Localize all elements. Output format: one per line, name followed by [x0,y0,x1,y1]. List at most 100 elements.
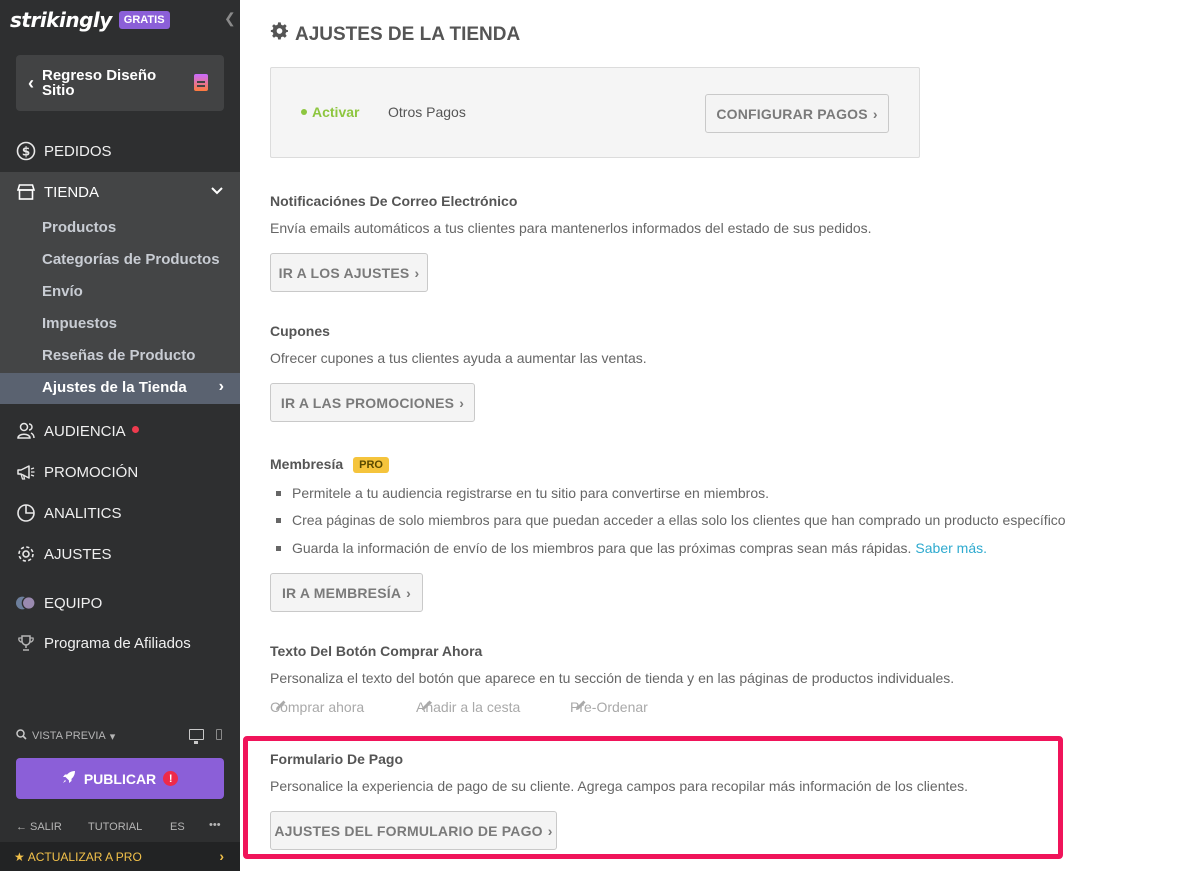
pro-badge: PRO [353,457,389,473]
sidebar-item-ajustes-tienda[interactable]: Ajustes de la Tienda › [0,373,240,404]
exit-link[interactable]: SALIR [30,821,62,833]
highlight-frame [243,736,1063,859]
nav-item-promocion[interactable]: PROMOCIÓN [0,452,240,492]
learn-more-link[interactable]: Saber más. [915,540,987,556]
sidebar-item-envio[interactable]: Envío [42,283,83,300]
plan-badge: GRATIS [118,11,170,29]
trophy-icon [16,633,36,653]
chevron-right-icon: › [872,105,878,122]
document-icon [194,74,208,91]
sidebar-item-resenas[interactable]: Reseñas de Producto [42,347,195,364]
membership-title: Membresía PRO [270,456,389,473]
notification-dot [131,425,139,433]
gear-icon [16,544,36,564]
payments-panel: Activar Otros Pagos CONFIGURAR PAGOS › [270,67,920,158]
chevron-down-icon [210,184,224,202]
page-title-text: AJUSTES DE LA TIENDA [295,23,521,45]
upgrade-label: ACTUALIZAR A PRO [27,849,142,864]
nav-item-analitics[interactable]: ANALITICS [0,493,240,533]
chevron-right-icon: › [219,848,224,864]
chevron-left-icon: ‹ [28,72,34,93]
button-label: IR A MEMBRESÍA [281,584,402,601]
nav-label: ANALITICS [44,504,122,522]
language-selector[interactable]: ES [170,821,185,833]
notifications-description: Envía emails automáticos a tus clientes … [270,220,872,236]
nav-item-pedidos[interactable]: $ PEDIDOS [0,131,240,171]
exit-icon: ← [16,821,27,833]
coupons-description: Ofrecer cupones a tus clientes ayuda a a… [270,350,647,366]
logo-row: strikingly GRATIS [10,6,170,34]
nav-label: TIENDA [44,183,100,201]
search-icon [16,729,27,743]
desktop-icon[interactable] [189,729,204,744]
megaphone-icon [16,462,36,482]
nav-item-audiencia[interactable]: AUDIENCIA [0,411,240,451]
sidebar-item-productos[interactable]: Productos [42,219,116,236]
membership-bullet: Crea páginas de solo miembros para que p… [276,512,1066,528]
sidebar-footer: ← SALIR TUTORIAL ES ••• [16,819,224,836]
back-button-label: Regreso Diseño Sitio [42,67,157,99]
publish-label: PUBLICAR [83,770,157,787]
pencil-icon [575,699,587,711]
star-icon: ★ [14,849,25,864]
chevron-right-icon: › [218,378,224,395]
caret-down-icon: ▾ [109,730,116,743]
rocket-icon [62,770,76,787]
membership-title-text: Membresía [270,456,344,472]
chevron-right-icon: › [459,394,465,411]
buy-button-text-title: Texto Del Botón Comprar Ahora [270,643,483,659]
configure-payments-button[interactable]: CONFIGURAR PAGOS › [705,94,889,133]
nav-label: AUDIENCIA [44,422,126,440]
chevron-right-icon: › [414,264,420,281]
people-icon [16,421,36,441]
status-dot [301,109,307,115]
tienda-section: TIENDA Productos Categorías de Productos… [0,172,240,404]
tutorial-link[interactable]: TUTORIAL [88,821,142,833]
membership-bullet-3: Guarda la información de envío de los mi… [276,540,987,556]
go-to-promotions-button[interactable]: IR A LAS PROMOCIONES › [270,383,475,422]
nav-item-ajustes[interactable]: AJUSTES [0,534,240,574]
dollar-circle-icon: $ [16,141,36,161]
nav-label: EQUIPO [44,594,103,612]
go-to-membership-button[interactable]: IR A MEMBRESÍA › [270,573,423,612]
preview-dropdown[interactable]: VISTA PREVIA [32,730,106,742]
chevron-right-icon: › [406,584,412,601]
button-label: IR A LOS AJUSTES [278,264,410,281]
pie-chart-icon [16,503,36,523]
payment-status-label: Activar [312,104,360,120]
back-to-site-design-button[interactable]: ‹ Regreso Diseño Sitio [16,55,224,111]
svg-text:$: $ [22,145,30,159]
store-icon [16,182,36,202]
button-label: CONFIGURAR PAGOS [716,105,868,122]
upgrade-to-pro-button[interactable]: ★ ACTUALIZAR A PRO › [0,842,240,871]
coupons-title: Cupones [270,323,330,339]
nav-item-afiliados[interactable]: Programa de Afiliados [0,623,240,663]
payment-method-name: Otros Pagos [388,104,466,120]
gear-icon [270,22,289,47]
mobile-icon[interactable] [216,729,222,740]
membership-bullet: Permitele a tu audiencia registrarse en … [276,485,769,501]
pencil-icon [421,699,433,711]
pencil-icon [275,699,287,711]
sidebar-item-label: Ajustes de la Tienda [42,379,187,396]
membership-bullet-text: Guarda la información de envío de los mi… [292,540,912,556]
buy-button-text-description: Personaliza el texto del botón que apare… [270,670,955,686]
strikingly-logo[interactable]: strikingly [10,8,112,32]
more-menu-icon[interactable]: ••• [209,819,221,831]
sidebar-item-impuestos[interactable]: Impuestos [42,315,117,332]
nav-item-equipo[interactable]: EQUIPO [0,583,240,623]
go-to-settings-button[interactable]: IR A LOS AJUSTES › [270,253,428,292]
publish-button[interactable]: PUBLICAR ! [16,758,224,799]
warning-icon: ! [163,771,179,786]
sidebar-item-categorias[interactable]: Categorías de Productos [42,251,220,268]
nav-label: PROMOCIÓN [44,463,139,481]
payment-status: Activar [301,104,359,120]
collapse-sidebar-icon[interactable]: ❮ [224,10,236,27]
nav-item-tienda[interactable]: TIENDA [0,172,240,212]
notifications-title: Notificaciónes De Correo Electrónico [270,193,518,209]
nav-label: Programa de Afiliados [44,634,191,652]
team-avatars-icon [16,593,36,613]
nav-label: PEDIDOS [44,142,112,160]
nav-label: AJUSTES [44,545,112,563]
preview-row: VISTA PREVIA ▾ [16,726,224,746]
